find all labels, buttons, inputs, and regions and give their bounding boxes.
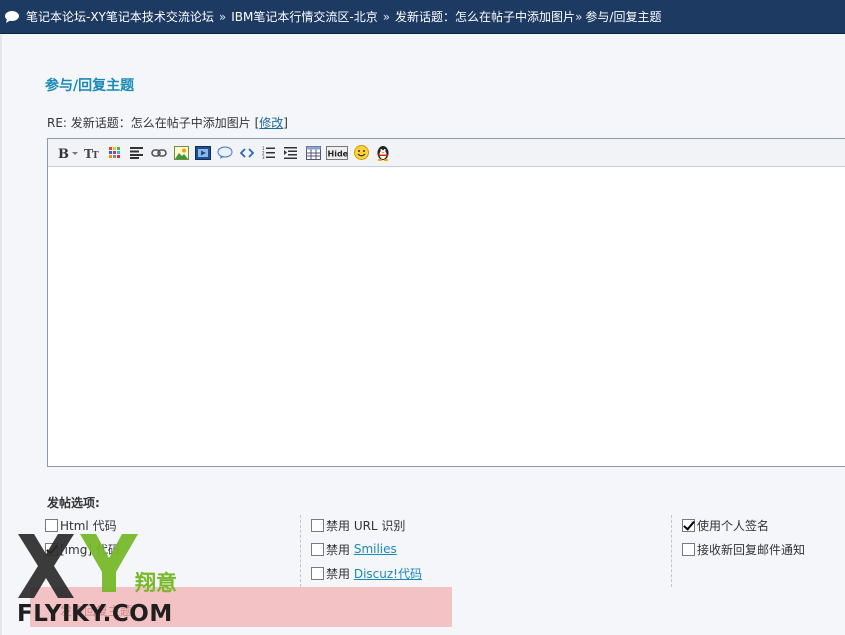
reply-subject-text: RE: 发新话题：怎么在帖子中添加图片 [ [47,116,260,130]
watermark-brand: FLYIKY.COM [17,601,173,627]
reply-subject-line: RE: 发新话题：怎么在帖子中添加图片 [修改] [47,114,288,131]
svg-text:B: B [58,147,69,160]
html-code-checkbox[interactable] [45,518,58,532]
disable-url-checkbox[interactable] [311,518,324,532]
option-label: 使用个人签名 [697,518,770,533]
disable-smilies-checkbox[interactable] [311,542,324,556]
table-icon[interactable] [304,144,322,162]
breadcrumb-thread[interactable]: 发新话题：怎么在帖子中添加图片 [395,8,575,25]
font-size-icon[interactable]: TT [84,144,102,162]
smilies-link[interactable]: Smilies [354,542,397,556]
watermark-chinese: 翔意 [135,571,177,595]
reply-subject-suffix: ] [283,116,288,130]
svg-text:T: T [92,151,99,160]
option-disable-discuz[interactable]: 禁用 Discuz!代码 [311,565,422,581]
option-email-notify[interactable]: 接收新回复邮件通知 [682,541,805,557]
breadcrumb-separator: » [575,9,583,24]
svg-text:3: 3 [262,155,265,159]
ordered-list-icon[interactable]: 123 [260,144,278,162]
email-notify-checkbox[interactable] [682,542,695,556]
option-label: 禁用 [326,566,354,581]
media-icon[interactable] [194,144,212,162]
hide-icon[interactable]: Hide [326,144,348,162]
discuz-code-link[interactable]: Discuz!代码 [354,565,422,582]
breadcrumb-separator: » [218,9,227,24]
option-use-signature[interactable]: 使用个人签名 [682,517,769,533]
speech-bubble-icon [5,10,19,23]
post-editor: B TT 123 Hide [47,138,845,467]
post-options-title: 发帖选项: [47,496,100,510]
smiley-icon[interactable] [352,144,370,162]
message-textarea[interactable] [48,167,845,466]
bold-icon[interactable]: B [56,144,80,162]
options-divider [300,515,301,587]
code-icon[interactable] [238,144,256,162]
breadcrumb-bar: 笔记本论坛-XY笔记本技术交流论坛 » IBM笔记本行情交流区-北京 » 发新话… [0,0,845,34]
editor-toolbar: B TT 123 Hide [48,139,845,167]
color-palette-icon[interactable] [106,144,124,162]
page-title: 参与/回复主题 [45,78,135,94]
align-left-icon[interactable] [128,144,146,162]
link-icon[interactable] [150,144,168,162]
breadcrumb-forum-home[interactable]: 笔记本论坛-XY笔记本技术交流论坛 [26,8,214,25]
option-label: Html 代码 [60,518,117,533]
option-label: 接收新回复邮件通知 [697,542,806,557]
page-left-border [0,35,2,635]
options-divider [671,515,672,587]
qq-penguin-icon[interactable] [374,144,392,162]
option-label: 禁用 [326,542,354,557]
edit-subject-link[interactable]: 修改 [259,116,283,130]
option-html-code[interactable]: Html 代码 [45,517,117,533]
use-signature-checkbox[interactable] [682,518,695,532]
image-icon[interactable] [172,144,190,162]
option-disable-url[interactable]: 禁用 URL 识别 [311,517,405,533]
quote-icon[interactable] [216,144,234,162]
hide-icon-label: Hide [328,149,349,158]
breadcrumb-board[interactable]: IBM笔记本行情交流区-北京 [231,8,377,25]
breadcrumb-current: 参与/回复主题 [585,10,662,24]
breadcrumb-separator: » [382,9,391,24]
option-label: 禁用 URL 识别 [326,518,406,533]
disable-discuz-checkbox[interactable] [311,566,324,580]
unordered-list-icon[interactable] [282,144,300,162]
option-disable-smilies[interactable]: 禁用 Smilies [311,541,397,557]
